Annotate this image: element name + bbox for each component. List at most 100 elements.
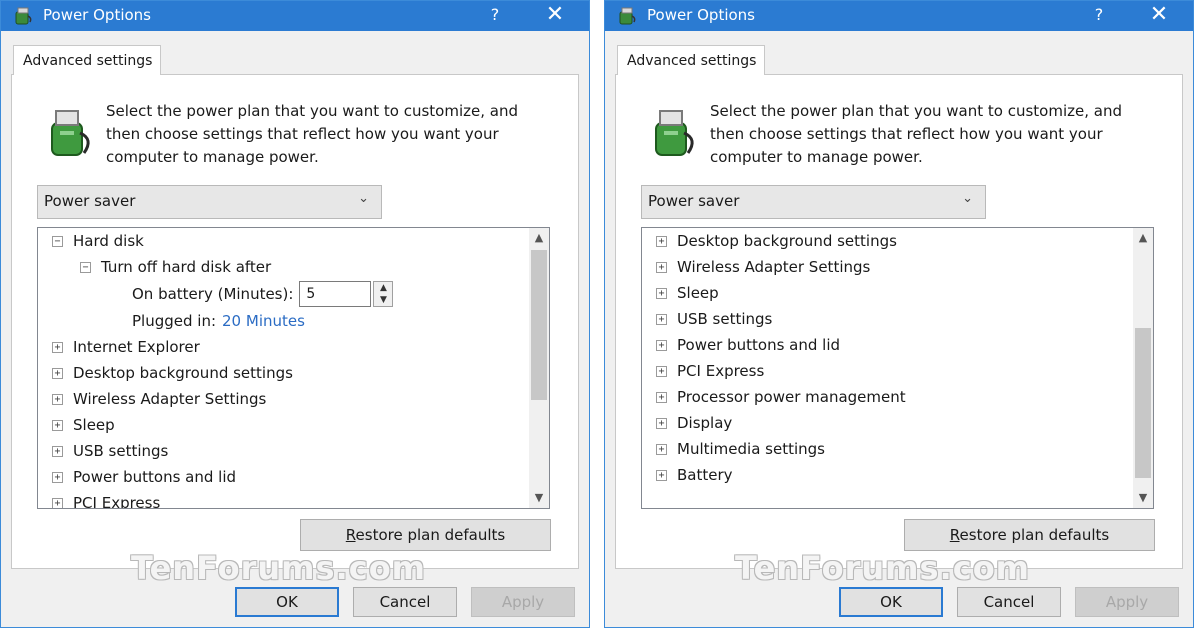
tree-item[interactable]: + USB settings [642, 306, 1133, 332]
tree-item-label: Wireless Adapter Settings [73, 390, 267, 408]
expand-icon[interactable]: + [656, 469, 667, 481]
spinner-arrows-icon[interactable]: ▲ ▼ [373, 281, 394, 307]
ok-button[interactable]: OK [235, 587, 339, 617]
tree-item-on-battery: On battery (Minutes): 5 ▲ ▼ [38, 280, 529, 308]
restore-plan-defaults-button[interactable]: Restore plan defaults [300, 519, 551, 551]
cancel-button[interactable]: Cancel [353, 587, 457, 617]
expand-icon[interactable]: + [656, 261, 667, 273]
cancel-button[interactable]: Cancel [957, 587, 1061, 617]
scroll-down-icon[interactable]: ▼ [529, 488, 549, 508]
tree-item[interactable]: + Internet Explorer [38, 334, 529, 360]
scroll-down-icon[interactable]: ▼ [1133, 488, 1153, 508]
watermark: TenForums.com [131, 549, 427, 587]
expand-icon[interactable]: + [52, 393, 63, 405]
on-battery-label: On battery (Minutes): [132, 285, 294, 303]
settings-tree[interactable]: − Hard disk − Turn off hard disk after O… [37, 227, 550, 509]
tree-item-label: Power buttons and lid [73, 468, 237, 486]
tree-item-label: Internet Explorer [73, 338, 200, 356]
tree-item-label: Power buttons and lid [677, 336, 841, 354]
collapse-icon[interactable]: − [52, 235, 63, 247]
expand-icon[interactable]: + [52, 471, 63, 483]
settings-tree[interactable]: + Desktop background settings + Wireless… [641, 227, 1154, 509]
expand-icon[interactable]: + [52, 341, 63, 353]
tree-item-hard-disk[interactable]: − Hard disk [38, 228, 529, 254]
close-button[interactable]: ✕ [1147, 2, 1171, 27]
power-plan-icon [51, 110, 90, 156]
expand-icon[interactable]: + [656, 339, 667, 351]
expand-icon[interactable]: + [656, 235, 667, 247]
tree-item[interactable]: + USB settings [38, 438, 529, 464]
tree-item-label: USB settings [677, 310, 773, 328]
tree-item[interactable]: + Desktop background settings [38, 360, 529, 386]
tree-item-turn-off-hard-disk[interactable]: − Turn off hard disk after [38, 254, 529, 280]
tree-item[interactable]: + Sleep [642, 280, 1133, 306]
power-plan-dropdown[interactable]: Power saver ⌄ [641, 185, 986, 219]
on-battery-minutes-input[interactable]: 5 [299, 281, 372, 307]
tab-advanced-settings[interactable]: Advanced settings [13, 45, 161, 75]
expand-icon[interactable]: + [52, 367, 63, 379]
tree-item-label: Display [677, 414, 733, 432]
expand-icon[interactable]: + [656, 417, 667, 429]
tree-item[interactable]: + Sleep [38, 412, 529, 438]
power-options-icon [619, 7, 636, 25]
expand-icon[interactable]: + [656, 365, 667, 377]
tree-item-label: PCI Express [677, 362, 765, 380]
expand-icon[interactable]: + [656, 287, 667, 299]
watermark: TenForums.com [735, 549, 1031, 587]
power-plan-icon [655, 110, 694, 156]
plugged-in-label: Plugged in: [132, 312, 217, 330]
expand-icon[interactable]: + [656, 443, 667, 455]
expand-icon[interactable]: + [52, 419, 63, 431]
tree-item-label: Battery [677, 466, 733, 484]
tree-item[interactable]: + Wireless Adapter Settings [642, 254, 1133, 280]
tree-item-label: Desktop background settings [677, 232, 897, 250]
chevron-down-icon: ⌄ [358, 191, 369, 206]
tree-item-label: Sleep [73, 416, 115, 434]
scroll-thumb[interactable] [531, 250, 547, 400]
tree-item-label: Sleep [677, 284, 719, 302]
scroll-up-icon[interactable]: ▲ [1133, 228, 1153, 248]
tree-item-plugged-in: Plugged in: 20 Minutes [38, 308, 529, 334]
power-plan-selected: Power saver [648, 192, 740, 210]
power-plan-dropdown[interactable]: Power saver ⌄ [37, 185, 382, 219]
settings-panel: Select the power plan that you want to c… [11, 74, 579, 569]
ok-button[interactable]: OK [839, 587, 943, 617]
apply-button[interactable]: Apply [471, 587, 575, 617]
scroll-up-icon[interactable]: ▲ [529, 228, 549, 248]
expand-icon[interactable]: + [52, 497, 63, 508]
title-bar[interactable]: Power Options ? ✕ [1, 1, 589, 31]
expand-icon[interactable]: + [52, 445, 63, 457]
plugged-in-value-link[interactable]: 20 Minutes [222, 308, 305, 334]
tree-item[interactable]: + Desktop background settings [642, 228, 1133, 254]
close-button[interactable]: ✕ [543, 2, 567, 27]
tree-item-label: USB settings [73, 442, 169, 460]
tree-item[interactable]: + Processor power management [642, 384, 1133, 410]
help-button[interactable]: ? [1089, 5, 1109, 24]
tree-item-label: Hard disk [73, 232, 144, 250]
tree-item[interactable]: + Display [642, 410, 1133, 436]
tree-item[interactable]: + Battery [642, 462, 1133, 488]
window-title: Power Options [43, 6, 151, 24]
tree-item[interactable]: + Multimedia settings [642, 436, 1133, 462]
tab-advanced-settings[interactable]: Advanced settings [617, 45, 765, 75]
scroll-thumb[interactable] [1135, 328, 1151, 478]
power-plan-selected: Power saver [44, 192, 136, 210]
help-button[interactable]: ? [485, 5, 505, 24]
expand-icon[interactable]: + [656, 391, 667, 403]
expand-icon[interactable]: + [656, 313, 667, 325]
tree-item[interactable]: + Wireless Adapter Settings [38, 386, 529, 412]
tree-item-label: Turn off hard disk after [101, 258, 272, 276]
tree-item[interactable]: + Power buttons and lid [642, 332, 1133, 358]
instruction-text: Select the power plan that you want to c… [710, 102, 1122, 166]
collapse-icon[interactable]: − [80, 261, 91, 273]
title-bar[interactable]: Power Options ? ✕ [605, 1, 1193, 31]
tree-item[interactable]: + PCI Express [38, 490, 529, 508]
apply-button[interactable]: Apply [1075, 587, 1179, 617]
tree-item[interactable]: + Power buttons and lid [38, 464, 529, 490]
tree-item[interactable]: + PCI Express [642, 358, 1133, 384]
restore-plan-defaults-button[interactable]: Restore plan defaults [904, 519, 1155, 551]
tree-item-label: Processor power management [677, 388, 906, 406]
vertical-scrollbar[interactable]: ▲ ▼ [1133, 228, 1153, 508]
window-title: Power Options [647, 6, 755, 24]
vertical-scrollbar[interactable]: ▲ ▼ [529, 228, 549, 508]
